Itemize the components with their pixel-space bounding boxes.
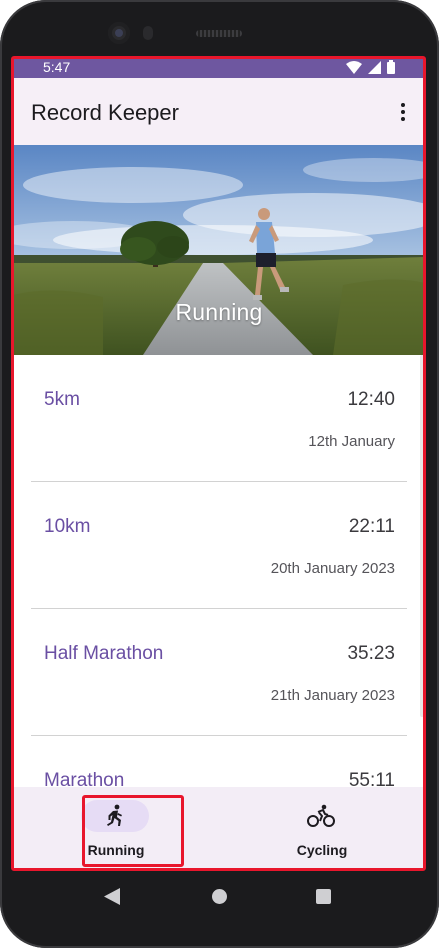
record-name: Half Marathon bbox=[44, 643, 164, 664]
record-name: 10km bbox=[44, 516, 91, 537]
battery-icon bbox=[387, 60, 395, 74]
app-screen: 5:47 Record Keeper Running 5km 12:40 12t… bbox=[13, 57, 425, 870]
record-time: 35:23 bbox=[347, 643, 395, 664]
nav-icon-container bbox=[287, 800, 355, 832]
system-navigation-bar bbox=[0, 870, 439, 922]
nav-active-indicator bbox=[81, 800, 149, 832]
wifi-icon bbox=[346, 60, 362, 74]
back-icon[interactable] bbox=[104, 888, 120, 905]
nav-item-running[interactable]: Running bbox=[13, 787, 219, 870]
record-row[interactable]: Marathon 55:11 bbox=[31, 736, 407, 787]
record-row[interactable]: 5km 12:40 12th January bbox=[31, 355, 407, 482]
status-bar: 5:47 bbox=[13, 57, 425, 78]
device-frame: 5:47 Record Keeper Running 5km 12:40 12t… bbox=[0, 0, 439, 948]
home-icon[interactable] bbox=[212, 889, 227, 904]
record-name: Marathon bbox=[44, 770, 125, 787]
record-time: 55:11 bbox=[348, 770, 395, 787]
record-date: 20th January 2023 bbox=[270, 560, 395, 577]
record-date: 12th January bbox=[308, 433, 395, 450]
record-name: 5km bbox=[44, 389, 80, 410]
hero-image: Running bbox=[13, 145, 425, 355]
record-row[interactable]: 10km 22:11 20th January 2023 bbox=[31, 482, 407, 609]
record-row[interactable]: Half Marathon 35:23 21th January 2023 bbox=[31, 609, 407, 736]
nav-label-cycling: Cycling bbox=[296, 842, 348, 858]
status-icons bbox=[346, 60, 395, 74]
nav-item-cycling[interactable]: Cycling bbox=[219, 787, 425, 870]
status-time: 5:47 bbox=[43, 59, 71, 75]
proximity-sensor bbox=[143, 26, 153, 40]
overflow-menu-icon[interactable] bbox=[391, 98, 415, 126]
recents-icon[interactable] bbox=[316, 889, 331, 904]
record-date: 21th January 2023 bbox=[270, 687, 395, 704]
running-icon bbox=[107, 804, 122, 826]
records-list[interactable]: 5km 12:40 12th January 10km 22:11 20th J… bbox=[13, 355, 425, 787]
hero-caption: Running bbox=[175, 299, 263, 325]
scrollbar[interactable] bbox=[420, 355, 424, 717]
cycling-icon bbox=[307, 804, 335, 827]
signal-icon bbox=[368, 60, 381, 74]
record-time: 22:11 bbox=[348, 516, 395, 537]
top-app-bar: Record Keeper bbox=[13, 78, 425, 145]
app-title: Record Keeper bbox=[31, 100, 179, 125]
earpiece-speaker bbox=[196, 30, 242, 37]
front-camera bbox=[108, 22, 130, 44]
nav-label-running: Running bbox=[87, 842, 145, 858]
bottom-navigation: Running Cycling bbox=[13, 787, 425, 870]
record-time: 12:40 bbox=[347, 389, 395, 410]
